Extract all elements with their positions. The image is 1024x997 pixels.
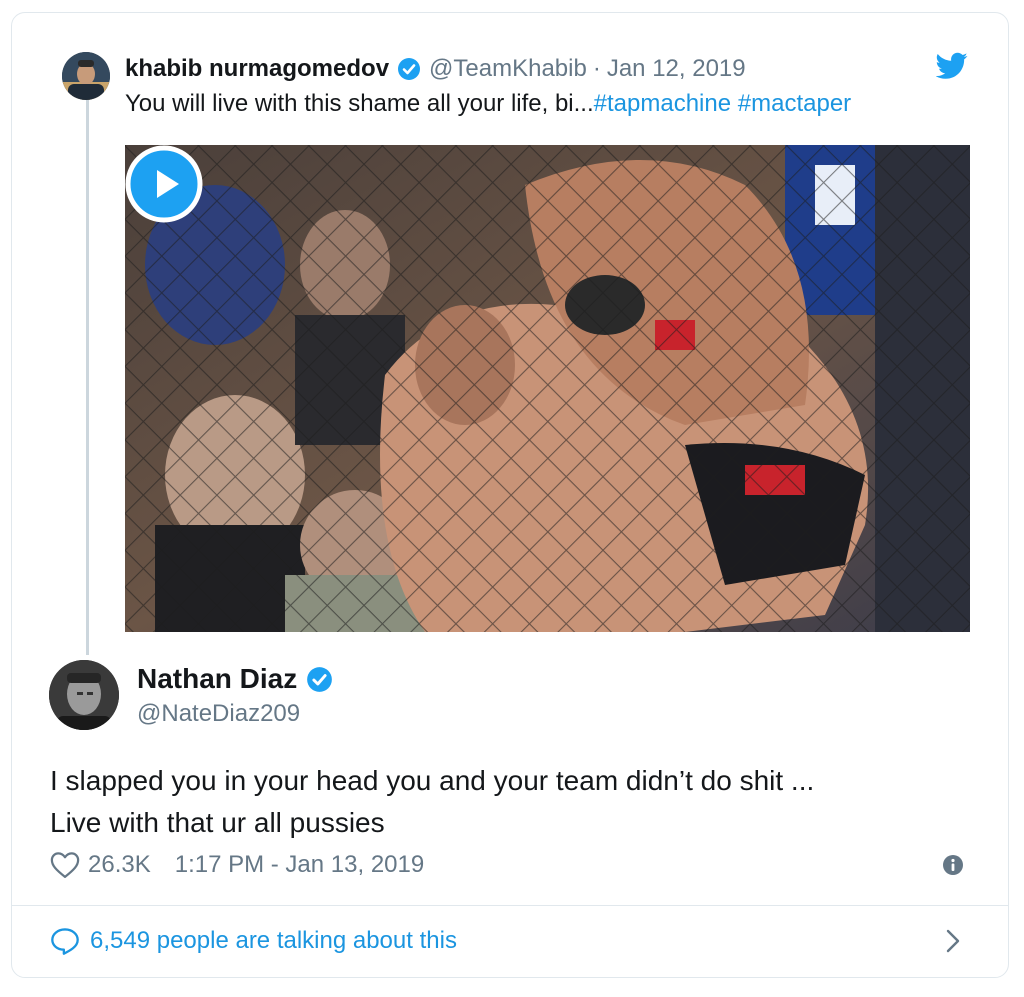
video-frame-illustration: [125, 145, 970, 632]
parent-author-name[interactable]: khabib nurmagomedov: [125, 55, 389, 83]
hashtag-link[interactable]: #tapmachine: [594, 90, 731, 117]
info-icon[interactable]: [942, 854, 964, 876]
heart-icon[interactable]: [50, 851, 80, 879]
tweet-meta-row: 26.3K 1:17 PM - Jan 13, 2019: [50, 848, 424, 882]
chevron-right-icon[interactable]: [944, 928, 962, 954]
tweet-text-line: I slapped you in your head you and your …: [50, 765, 815, 796]
parent-tweet-text: You will live with this shame all your l…: [125, 90, 851, 118]
main-tweet-author-row: Nathan Diaz: [137, 662, 333, 696]
khabib-avatar[interactable]: [62, 52, 110, 100]
parent-date[interactable]: Jan 12, 2019: [607, 55, 746, 83]
main-tweet-text: I slapped you in your head you and your …: [50, 760, 950, 844]
tweet-timestamp[interactable]: 1:17 PM - Jan 13, 2019: [175, 851, 425, 879]
conversation-link[interactable]: 6,549 people are talking about this: [50, 924, 457, 958]
main-author-name[interactable]: Nathan Diaz: [137, 663, 297, 695]
like-count[interactable]: 26.3K: [88, 851, 151, 879]
main-handle[interactable]: @NateDiaz209: [137, 700, 300, 728]
twitter-bird-icon[interactable]: [936, 52, 968, 80]
thread-connector: [86, 100, 89, 655]
parent-tweet-header: khabib nurmagomedov @TeamKhabib · Jan 12…: [125, 54, 746, 84]
parent-handle[interactable]: @TeamKhabib: [429, 55, 587, 83]
video-thumbnail[interactable]: [125, 145, 970, 632]
talking-about-text[interactable]: 6,549 people are talking about this: [90, 927, 457, 955]
verified-badge-icon: [307, 666, 333, 692]
speech-bubble-icon: [51, 928, 79, 955]
header-separator: ·: [592, 55, 601, 82]
footer-divider: [11, 905, 1009, 906]
verified-badge-icon: [398, 58, 421, 80]
tweet-text-line: Live with that ur all pussies: [50, 807, 385, 838]
play-icon[interactable]: [125, 145, 203, 223]
hashtag-link[interactable]: #mactaper: [738, 90, 851, 117]
parent-text-body: You will live with this shame all your l…: [125, 90, 594, 117]
nathan-diaz-avatar[interactable]: [49, 660, 119, 730]
